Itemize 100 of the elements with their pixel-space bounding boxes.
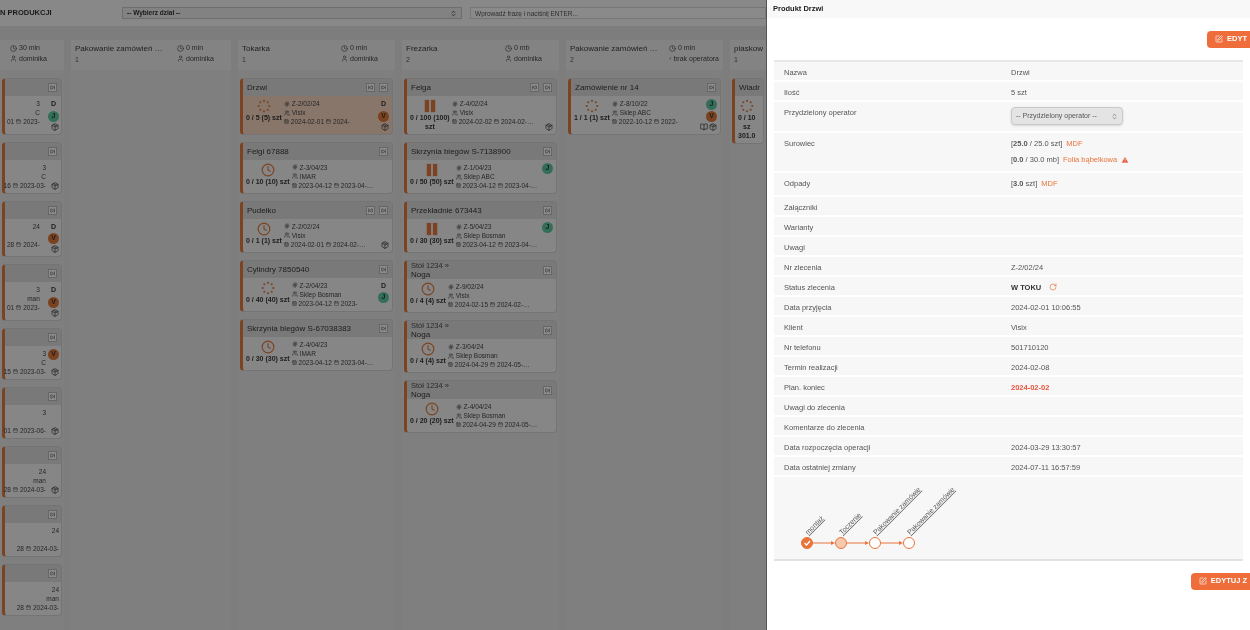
card-title: Pudełko: [247, 205, 277, 215]
pause-icon: [424, 163, 439, 177]
spinner-icon: [256, 99, 271, 113]
next-step-button[interactable]: [543, 325, 552, 335]
previous-step-button[interactable]: [366, 205, 375, 215]
calendar-icon: [497, 183, 503, 188]
next-step-button[interactable]: [48, 146, 57, 156]
next-step-button[interactable]: [379, 205, 388, 215]
calendar-icon: [654, 119, 660, 124]
calendar-icon: [326, 241, 332, 247]
client-icon: [455, 173, 462, 180]
edit-icon: [1198, 577, 1207, 585]
select-arrows-icon: [1111, 112, 1118, 120]
next-step-button[interactable]: [48, 83, 57, 92]
refresh-icon[interactable]: [1049, 283, 1058, 292]
calendar-icon: [12, 182, 18, 188]
client-icon: [611, 109, 618, 116]
hash-icon: [283, 100, 290, 107]
spinner-icon: [739, 99, 754, 113]
calendar-icon: [447, 362, 453, 367]
step-node[interactable]: [801, 536, 813, 549]
calendar-icon: [497, 242, 503, 247]
step-node[interactable]: [835, 536, 847, 549]
warning-icon: [1121, 155, 1130, 164]
calendar-icon: [12, 368, 18, 374]
calendar-icon: [291, 182, 297, 188]
next-step-button[interactable]: [543, 147, 552, 156]
client-icon: [447, 292, 454, 299]
calendar-icon: [455, 242, 461, 247]
connector-arrow: [846, 540, 869, 545]
next-step-button[interactable]: [48, 391, 57, 401]
next-step-button[interactable]: [379, 83, 388, 92]
previous-step-button[interactable]: [530, 83, 539, 92]
step-node[interactable]: [903, 536, 915, 549]
next-step-button[interactable]: [48, 269, 57, 278]
next-step-button[interactable]: [48, 450, 57, 460]
clock-icon: [505, 44, 512, 52]
next-step-button[interactable]: [543, 265, 552, 275]
card-title: Drzwi: [247, 83, 268, 92]
hash-icon: [455, 223, 462, 230]
client-icon: [291, 291, 298, 297]
column-title: Pakowanie zamówień …: [570, 43, 659, 55]
previous-step-button[interactable]: [366, 83, 375, 92]
client-icon: [455, 412, 462, 419]
calendar-icon: [16, 241, 22, 247]
hash-icon: [291, 164, 298, 170]
calendar-icon: [16, 119, 22, 124]
clock-icon: [420, 342, 435, 356]
clock-icon: [177, 44, 184, 52]
next-step-button[interactable]: [48, 205, 57, 215]
next-step-button[interactable]: [543, 385, 552, 395]
card-title: Noga: [411, 330, 432, 339]
pause-icon: [424, 222, 439, 236]
next-step-button[interactable]: [707, 83, 716, 92]
column-title: piaskow: [734, 43, 762, 55]
spinner-icon: [260, 280, 275, 295]
next-step-button[interactable]: [379, 323, 388, 333]
clock-icon: [260, 162, 275, 177]
select-arrows-icon: [450, 9, 457, 17]
calendar-icon: [333, 359, 339, 365]
card-title: Przekładnie 673443: [411, 206, 483, 215]
connector-arrow: [812, 540, 835, 545]
hash-icon: [455, 403, 462, 410]
card-title: Felga: [411, 83, 432, 92]
next-step-button[interactable]: [543, 83, 552, 92]
calendar-icon: [497, 422, 503, 427]
hash-icon: [611, 100, 618, 107]
hash-icon: [455, 164, 462, 171]
next-step-button[interactable]: [48, 332, 57, 342]
calendar-icon: [611, 119, 617, 124]
next-step-button[interactable]: [48, 568, 57, 578]
hash-icon: [447, 283, 454, 290]
calendar-icon: [490, 302, 496, 307]
calendar-icon: [333, 182, 339, 188]
clock-icon: [341, 44, 348, 52]
clock-icon: [424, 402, 439, 416]
calendar-icon: [12, 486, 18, 492]
connector-arrow: [880, 540, 903, 545]
clock-icon: [10, 44, 17, 52]
step-node[interactable]: [869, 536, 881, 549]
card-title: Noga: [411, 270, 432, 279]
next-step-button[interactable]: [379, 264, 388, 274]
hash-icon: [291, 341, 298, 347]
next-step-button[interactable]: [379, 146, 388, 156]
calendar-icon: [283, 119, 289, 124]
next-step-button[interactable]: [543, 206, 552, 215]
card-title: Skrzynia biegów S-7138900: [411, 147, 512, 156]
card-title: Zamówienie nr 14: [575, 83, 640, 92]
card-title: Wiadr: [739, 83, 759, 92]
calendar-icon: [12, 427, 18, 433]
calendar-icon: [291, 300, 297, 306]
calendar-icon: [326, 119, 332, 124]
hash-icon: [447, 343, 454, 350]
clock-icon: [260, 339, 275, 354]
card-title: Noga: [411, 390, 432, 399]
calendar-icon: [16, 305, 22, 310]
card-title: Skrzynia biegów S-67038383: [247, 323, 353, 333]
client-icon: [283, 232, 290, 238]
next-step-button[interactable]: [48, 509, 57, 519]
clock-icon: [420, 282, 435, 296]
